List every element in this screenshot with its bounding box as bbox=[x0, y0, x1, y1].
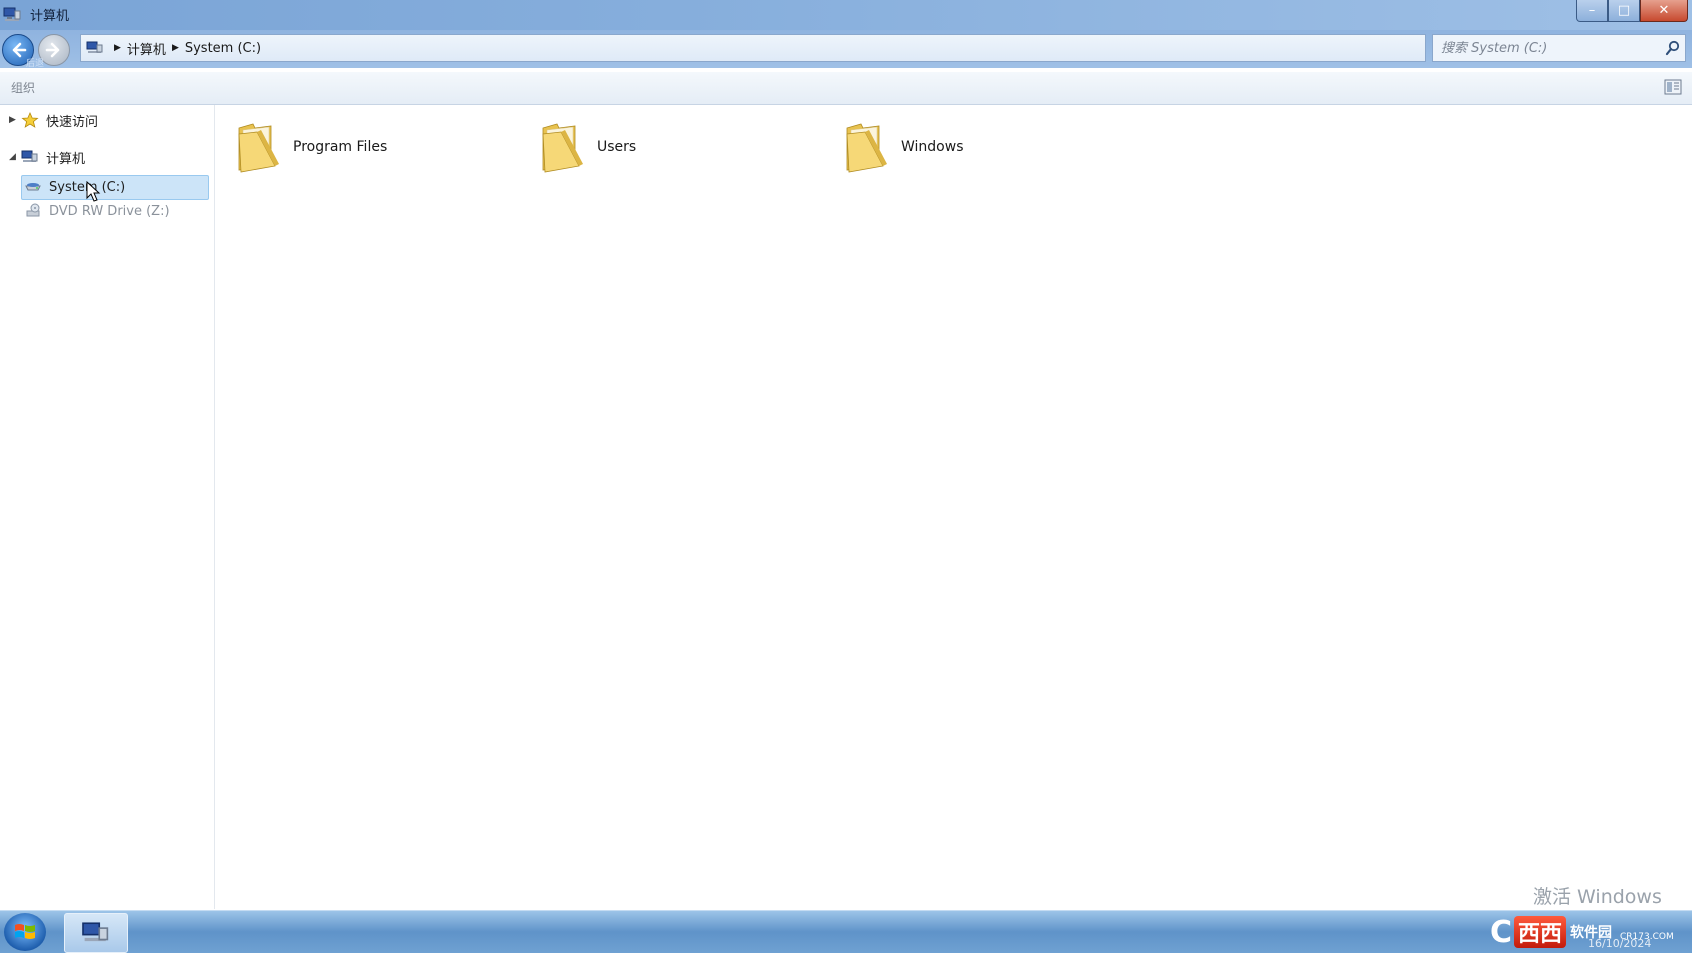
breadcrumb-separator-icon[interactable]: ▶ bbox=[172, 43, 179, 53]
folder-name: Program Files bbox=[293, 139, 388, 155]
folder-item-windows[interactable]: Windows bbox=[843, 117, 964, 177]
window-title: 计算机 bbox=[30, 9, 70, 24]
folder-icon bbox=[846, 123, 887, 173]
folder-icon bbox=[542, 123, 583, 173]
tree-item-computer[interactable]: ◢ 计算机 bbox=[9, 145, 85, 169]
tree-item-label: 计算机 bbox=[46, 151, 86, 167]
file-list: Program Files Users Windows bbox=[215, 105, 1692, 909]
layout-options-icon[interactable] bbox=[1664, 79, 1682, 95]
dvd-drive-icon bbox=[26, 203, 40, 217]
cr-logo-icon: C bbox=[1490, 914, 1513, 950]
breadcrumb-separator-icon[interactable]: ▶ bbox=[114, 43, 121, 53]
folder-item-users[interactable]: Users bbox=[539, 117, 636, 177]
tree-item-quick-access[interactable]: ▶ 快速访问 bbox=[9, 108, 98, 132]
breadcrumb-system-c[interactable]: System (C:) bbox=[185, 41, 261, 56]
minimize-button[interactable]: – bbox=[1576, 0, 1608, 22]
navigation-pane: ▶ 快速访问 ◢ 计算机 System (C:) DVD RW Drive (Z… bbox=[0, 105, 215, 909]
collapse-arrow-icon[interactable]: ◢ bbox=[9, 152, 21, 162]
taskbar-item-explorer[interactable] bbox=[64, 913, 128, 953]
tree-item-label: 快速访问 bbox=[46, 114, 99, 130]
navigation-bar: 后退 ▶ 计算机 ▶ System (C:) bbox=[0, 30, 1692, 69]
computer-icon bbox=[21, 150, 38, 162]
folder-name: Windows bbox=[901, 139, 964, 155]
close-button[interactable]: ✕ bbox=[1640, 0, 1688, 22]
expand-arrow-icon[interactable]: ▶ bbox=[9, 115, 21, 125]
start-button[interactable] bbox=[4, 913, 46, 951]
search-input[interactable] bbox=[1439, 39, 1663, 57]
star-icon bbox=[21, 112, 39, 128]
command-bar: 组织 bbox=[0, 72, 1692, 105]
title-bar: 计算机 – □ ✕ bbox=[0, 0, 1692, 30]
tree-item-system-c[interactable]: System (C:) bbox=[24, 175, 125, 199]
windows-logo-icon bbox=[15, 924, 35, 939]
computer-icon bbox=[82, 922, 109, 942]
tray-date[interactable]: 16/10/2024 bbox=[1588, 937, 1651, 950]
logo-text: 西西 bbox=[1514, 916, 1567, 948]
maximize-button[interactable]: □ bbox=[1608, 0, 1640, 22]
arrow-left-icon bbox=[12, 42, 27, 58]
folder-icon bbox=[238, 123, 279, 173]
address-bar[interactable]: ▶ 计算机 ▶ System (C:) bbox=[80, 34, 1426, 62]
window-controls: – □ ✕ bbox=[1576, 0, 1688, 22]
taskbar: C 西西 软件园 CR173.COM 16/10/2024 bbox=[0, 910, 1692, 953]
arrow-right-icon bbox=[45, 42, 60, 58]
activation-watermark: 激活 Windows bbox=[1533, 886, 1662, 908]
hard-drive-icon bbox=[25, 183, 41, 191]
organize-menu[interactable]: 组织 bbox=[11, 79, 35, 96]
folder-name: Users bbox=[597, 139, 637, 155]
tree-item-label: DVD RW Drive (Z:) bbox=[49, 203, 170, 219]
mouse-cursor-icon bbox=[86, 181, 101, 202]
folder-item-program-files[interactable]: Program Files bbox=[235, 117, 387, 177]
back-tooltip-hint: 后退 bbox=[26, 59, 45, 69]
search-box bbox=[1432, 34, 1686, 62]
computer-icon bbox=[3, 7, 21, 21]
search-icon[interactable] bbox=[1665, 40, 1681, 56]
computer-icon bbox=[86, 41, 103, 53]
breadcrumb-computer[interactable]: 计算机 bbox=[127, 39, 166, 58]
